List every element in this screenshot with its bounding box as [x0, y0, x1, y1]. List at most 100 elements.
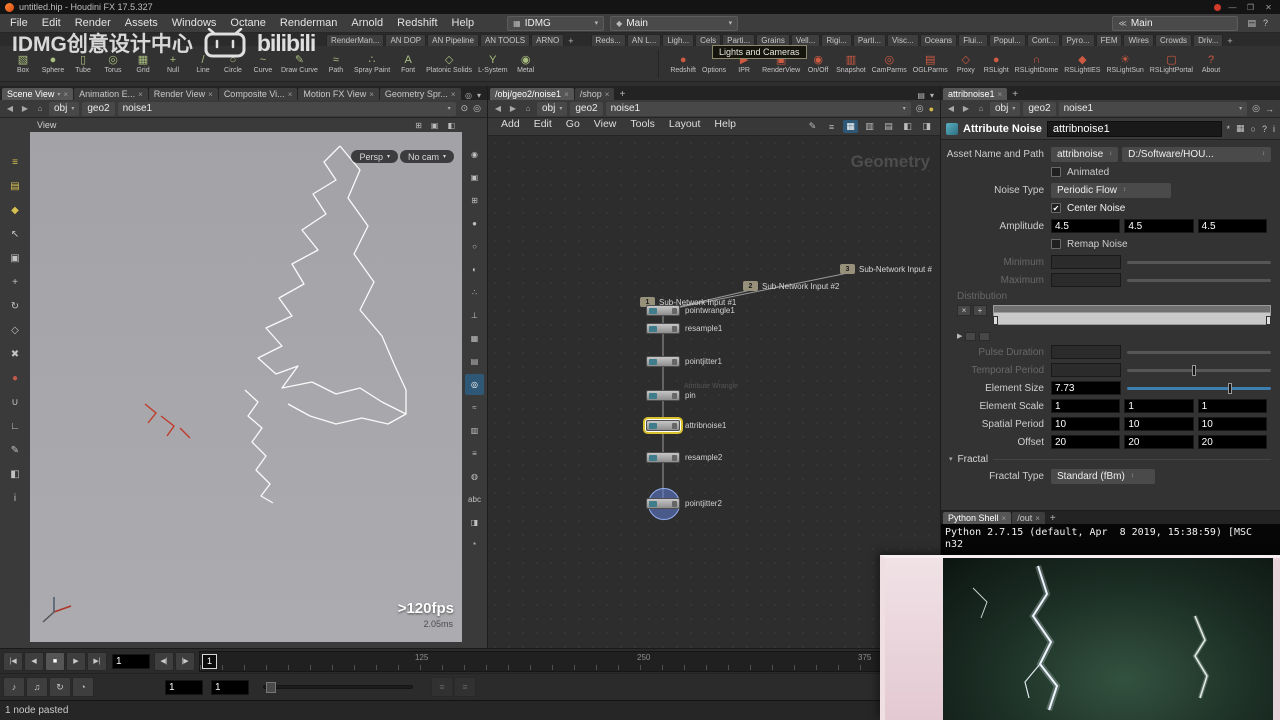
shelf-tab[interactable]: Parti...	[852, 34, 886, 46]
measure-icon[interactable]: ∟	[4, 416, 26, 436]
translate-tool-icon[interactable]: +	[4, 272, 26, 292]
amplitude-field[interactable]: 4.5	[1124, 219, 1194, 233]
ortho-views-icon[interactable]: ▤	[465, 351, 484, 372]
network-split-v-icon[interactable]: ◨	[919, 120, 934, 133]
shelf-tab[interactable]: Popul...	[988, 34, 1026, 46]
shelf-tab[interactable]: RenderMan...	[326, 34, 385, 46]
tool-spray-paint[interactable]: ∴ Spray Paint	[351, 54, 393, 74]
ramp-handle[interactable]	[1266, 316, 1271, 325]
tool-rslightportal[interactable]: ▢ RSLightPortal	[1147, 54, 1196, 74]
amplitude-field[interactable]: 4.5	[1197, 219, 1267, 233]
breadcrumb-net[interactable]: geo2	[570, 101, 603, 116]
handle-tool-icon[interactable]: ✖	[4, 344, 26, 364]
persp-camera-button[interactable]: Persp ▾	[351, 150, 398, 163]
camera-icon[interactable]: ▣	[465, 167, 484, 188]
breadcrumb-node[interactable]: noise1 ▾	[605, 101, 911, 116]
shelf-tab[interactable]: Oceans	[919, 34, 958, 46]
forward-button[interactable]: ▶	[19, 104, 31, 113]
shelf-tab[interactable]: Rigi...	[821, 34, 852, 46]
viewport-split-icon[interactable]: ◧	[447, 121, 455, 130]
tool-null[interactable]: + Null	[158, 54, 188, 74]
menubar-item[interactable]: Arnold	[344, 14, 390, 32]
tool-proxy[interactable]: ◇ Proxy	[951, 54, 981, 74]
close-tab-icon[interactable]: ×	[138, 90, 143, 99]
close-tab-icon[interactable]: ×	[451, 90, 456, 99]
node-pointwrangle1[interactable]: pointwrangle1	[646, 305, 735, 316]
network-columns-icon[interactable]: ▥	[862, 120, 877, 133]
fractal-type-select[interactable]: Standard (fBm) ↕	[1051, 468, 1155, 484]
tool-rslighties[interactable]: ◆ RSLightIES	[1061, 54, 1103, 74]
node-name-field[interactable]: attribnoise1	[1046, 120, 1222, 137]
network-list-icon[interactable]: ≡	[824, 120, 839, 133]
network-menu-item[interactable]: Add	[494, 118, 527, 135]
ramp-add-button[interactable]: +	[973, 305, 987, 316]
persp-view-icon[interactable]: ◉	[465, 144, 484, 165]
offset-field[interactable]: 20	[1197, 435, 1267, 449]
amplitude-field[interactable]: 4.5	[1051, 219, 1121, 233]
new-tab-button[interactable]: +	[1046, 513, 1060, 524]
tab-geometry-spreadsheet[interactable]: Geometry Spr... ▾ ×	[379, 88, 461, 100]
network-menu-item[interactable]: Edit	[527, 118, 559, 135]
audio-settings-icon[interactable]: ♫	[26, 677, 48, 697]
ramp-handle[interactable]	[993, 316, 998, 325]
shelf-tab[interactable]: Visc...	[886, 34, 919, 46]
tool-tube[interactable]: ▯ Tube	[68, 54, 98, 74]
ramp-option-button[interactable]	[979, 331, 991, 341]
back-button[interactable]: ◀	[492, 104, 504, 113]
range-options-icon[interactable]: ≡	[454, 677, 476, 697]
range-slider-handle[interactable]	[266, 682, 276, 693]
tab-network-obj-geo2-noise1[interactable]: /obj/geo2/noise1 ×	[490, 88, 574, 100]
tool-l-system[interactable]: Y L-System	[475, 54, 511, 74]
ramp-option-button[interactable]	[965, 331, 977, 341]
breadcrumb-root[interactable]: obj ▾	[990, 101, 1021, 116]
network-menu-item[interactable]: Layout	[662, 118, 708, 135]
tab-render-view[interactable]: Render View ▾ ×	[148, 88, 218, 100]
tool-grid[interactable]: ▦ Grid	[128, 54, 158, 74]
range-lock-icon[interactable]: ≡	[431, 677, 453, 697]
offset-field[interactable]: 20	[1051, 435, 1121, 449]
color-swatch-icon[interactable]: ◆	[4, 200, 26, 220]
ramp-delete-button[interactable]: ×	[957, 305, 971, 316]
network-menu-item[interactable]: View	[587, 118, 624, 135]
tool-platonic-solids[interactable]: ◇ Platonic Solids	[423, 54, 475, 74]
menubar-item[interactable]: Assets	[118, 14, 165, 32]
stop-button[interactable]: ■	[45, 651, 65, 671]
node-pin[interactable]: pin	[646, 390, 696, 401]
network-menu-item[interactable]: Tools	[623, 118, 662, 135]
tool-rslight[interactable]: ● RSLight	[981, 54, 1012, 74]
tool-camparms[interactable]: ◎ CamParms	[869, 54, 910, 74]
jump-start-button[interactable]: |◀	[3, 651, 23, 671]
viewport-info-icon[interactable]: i	[4, 488, 26, 508]
shelf-tab[interactable]: Ligh...	[662, 34, 695, 46]
node-attribnoise1[interactable]: attribnoise1	[646, 420, 726, 431]
close-tab-icon[interactable]: ×	[1002, 514, 1007, 523]
close-tab-icon[interactable]: ×	[369, 90, 374, 99]
group-list-icon[interactable]: ≡	[465, 443, 484, 464]
help-icon[interactable]: ?	[1263, 18, 1268, 29]
menubar-item[interactable]: Octane	[223, 14, 272, 32]
node-body[interactable]	[646, 390, 680, 401]
node-body[interactable]	[646, 305, 680, 316]
menubar-item[interactable]: Redshift	[390, 14, 444, 32]
element-scale-field[interactable]: 1	[1197, 399, 1267, 413]
network-rows-icon[interactable]: ▤	[881, 120, 896, 133]
tool-oglparms[interactable]: ▤ OGLParms	[910, 54, 951, 74]
camera-select-button[interactable]: No cam ▾	[399, 150, 454, 163]
display-options-icon[interactable]: *	[465, 535, 484, 556]
play-reverse-button[interactable]: ◀	[24, 651, 44, 671]
rotate-tool-icon[interactable]: ↻	[4, 296, 26, 316]
display-grid-icon[interactable]: ▦	[465, 328, 484, 349]
back-button[interactable]: ◀	[4, 104, 16, 113]
tool-snapshot[interactable]: ▥ Snapshot	[833, 54, 869, 74]
wireframe-icon[interactable]: ○	[465, 236, 484, 257]
text-overlay-icon[interactable]: abc	[465, 489, 484, 510]
home-button[interactable]: ⌂	[34, 104, 46, 113]
add-shelf-tab-button[interactable]: +	[565, 36, 576, 46]
new-tab-button[interactable]: +	[615, 89, 629, 100]
shelf-tab[interactable]: Cont...	[1026, 34, 1061, 46]
jump-end-button[interactable]: ▶|	[87, 651, 107, 671]
forward-button[interactable]: ▶	[960, 104, 972, 113]
mirror-tool-icon[interactable]: ◧	[4, 464, 26, 484]
shelf-tab[interactable]: Wires	[1123, 34, 1154, 46]
tab-scene-view[interactable]: Scene View ▾ ×	[2, 88, 74, 100]
